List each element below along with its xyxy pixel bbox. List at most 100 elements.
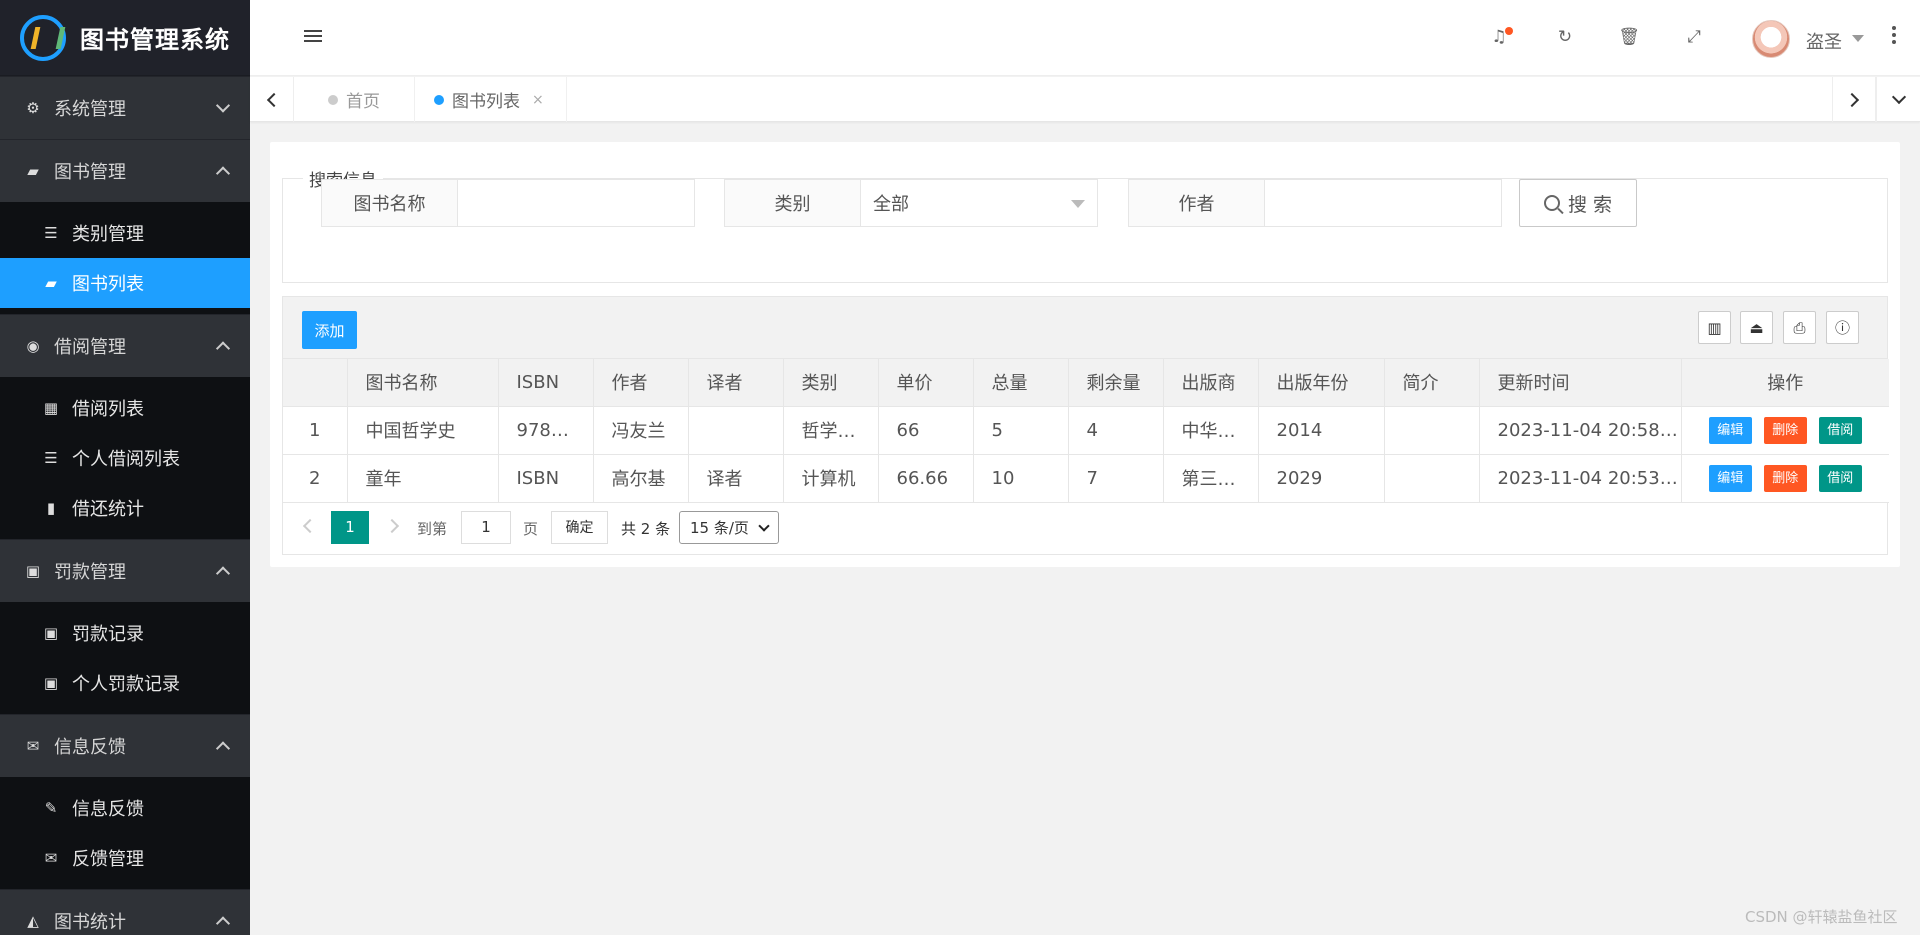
category-label: 类别 — [725, 180, 861, 226]
goto-confirm-button[interactable]: 确定 — [551, 510, 608, 544]
sidebar-item-feedback-management[interactable]: ✉ 反馈管理 — [0, 833, 250, 883]
close-icon[interactable]: × — [532, 92, 544, 108]
export-icon[interactable]: ⏏ — [1740, 311, 1773, 344]
fullscreen-icon[interactable]: ⤢ — [1683, 26, 1705, 48]
nav-title-system[interactable]: ⚙ 系统管理 — [0, 76, 250, 139]
page-size-select[interactable]: 15 条/页 — [679, 510, 779, 544]
chevron-down-icon — [1891, 89, 1906, 104]
author-label: 作者 — [1129, 180, 1265, 226]
app-title: 图书管理系统 — [80, 26, 230, 54]
refresh-icon[interactable]: ↻ — [1554, 26, 1576, 48]
sidebar-item-borrow-stats[interactable]: ▮ 借还统计 — [0, 483, 250, 533]
author-field: 作者 — [1128, 179, 1502, 227]
table-cell: 10 — [973, 454, 1069, 503]
chevron-down-icon — [758, 519, 770, 532]
main-card: 搜索信息 图书名称 类别 全部 作者 搜 索 添加 ▥ ⏏ ⎙ ⓘ — [270, 142, 1900, 567]
print-icon[interactable]: ⎙ — [1783, 311, 1816, 344]
tab-label: 首页 — [346, 92, 380, 112]
column-header[interactable]: 总量 — [973, 359, 1069, 407]
author-input[interactable] — [1265, 180, 1501, 226]
nav-title-label: 罚款管理 — [54, 562, 126, 583]
sidebar-item-personal-fine-records[interactable]: ▣ 个人罚款记录 — [0, 658, 250, 708]
goto-label: 到第 — [417, 519, 448, 538]
menu-toggle-icon[interactable] — [304, 30, 322, 44]
nav-title-borrow[interactable]: ◉ 借阅管理 — [0, 314, 250, 377]
sidebar-item-fine-records[interactable]: ▣ 罚款记录 — [0, 608, 250, 658]
search-icon — [1543, 195, 1560, 211]
trash-icon[interactable]: 🗑 — [1618, 26, 1640, 48]
column-header[interactable]: 图书名称 — [347, 359, 499, 407]
logo-icon — [20, 14, 66, 61]
table-cell: 高尔基 — [593, 454, 689, 503]
column-header[interactable]: 译者 — [688, 359, 784, 407]
info-icon[interactable]: ⓘ — [1826, 311, 1859, 344]
delete-button[interactable]: 删除 — [1763, 416, 1807, 444]
edit-button[interactable]: 编辑 — [1708, 464, 1752, 492]
table-cell: 66.66 — [878, 454, 974, 503]
user-name[interactable]: 盗圣 — [1806, 28, 1842, 54]
table-cell: ISBN — [498, 454, 594, 503]
column-header[interactable]: 简介 — [1384, 359, 1480, 407]
table-cell: 计算机 — [783, 454, 879, 503]
table-row[interactable]: 1 中国哲学史 978… 冯友兰 哲学… 66 5 4 中华… 2014 202… — [283, 406, 1889, 455]
sidebar-item-label: 个人借阅列表 — [72, 449, 180, 470]
nav-title-feedback[interactable]: ✉ 信息反馈 — [0, 714, 250, 777]
borrow-button[interactable]: 借阅 — [1818, 464, 1862, 492]
nav-group-book-stats: ◭ 图书统计 — [0, 889, 250, 935]
column-header[interactable]: 单价 — [878, 359, 974, 407]
nav-title-label: 系统管理 — [54, 99, 126, 120]
sidebar-item-feedback[interactable]: ✎ 信息反馈 — [0, 783, 250, 833]
more-vertical-icon[interactable] — [1892, 26, 1896, 47]
nav-sub-books: ☰ 类别管理 ▰ 图书列表 — [0, 202, 250, 314]
tabs-prev-button[interactable] — [250, 77, 294, 122]
book-name-label: 图书名称 — [322, 180, 458, 226]
borrow-button[interactable]: 借阅 — [1818, 416, 1862, 444]
avatar[interactable] — [1752, 20, 1790, 58]
prev-page-icon[interactable] — [302, 518, 318, 533]
tabs-menu-button[interactable] — [1876, 77, 1920, 122]
column-header[interactable]: ISBN — [498, 359, 594, 407]
column-header[interactable]: 更新时间 — [1479, 359, 1682, 407]
column-header[interactable]: 出版年份 — [1258, 359, 1385, 407]
bar-chart-icon: ▮ — [46, 499, 56, 517]
tab-book-list[interactable]: 图书列表 × — [412, 77, 567, 122]
delete-button[interactable]: 删除 — [1763, 464, 1807, 492]
sidebar-item-category-management[interactable]: ☰ 类别管理 — [0, 208, 250, 258]
logo[interactable]: 图书管理系统 — [0, 0, 250, 76]
table-row[interactable]: 2 童年 ISBN 高尔基 译者 计算机 66.66 10 7 第三… 2029… — [283, 454, 1889, 503]
table-cell: 1 — [283, 406, 348, 455]
book-icon: ▰ — [45, 274, 57, 292]
edit-button[interactable]: 编辑 — [1708, 416, 1752, 444]
columns-filter-icon[interactable]: ▥ — [1698, 311, 1731, 344]
nav-title-fines[interactable]: ▣ 罚款管理 — [0, 539, 250, 602]
column-header[interactable]: 出版商 — [1163, 359, 1259, 407]
book-name-input[interactable] — [458, 180, 694, 226]
nav-title-book-stats[interactable]: ◭ 图书统计 — [0, 889, 250, 935]
goto-page-input[interactable]: 1 — [461, 510, 511, 544]
table-cell — [688, 406, 784, 455]
chevron-up-icon — [215, 166, 231, 181]
nav-sub-borrow: ▦ 借阅列表 ☰ 个人借阅列表 ▮ 借还统计 — [0, 377, 250, 539]
sidebar-item-label: 借还统计 — [72, 499, 144, 520]
nav-title-books[interactable]: ▰ 图书管理 — [0, 139, 250, 202]
column-header[interactable]: 类别 — [783, 359, 879, 407]
mail-open-icon: ✉ — [44, 849, 58, 867]
sidebar-item-personal-borrow-list[interactable]: ☰ 个人借阅列表 — [0, 433, 250, 483]
chevron-left-icon — [266, 92, 281, 107]
category-select[interactable]: 全部 — [861, 180, 1097, 226]
table-cell: 译者 — [688, 454, 784, 503]
add-button[interactable]: 添加 — [302, 311, 357, 349]
sidebar-item-book-list[interactable]: ▰ 图书列表 — [0, 258, 250, 308]
caret-down-icon[interactable] — [1852, 35, 1864, 42]
bell-icon[interactable]: ♫ — [1488, 26, 1513, 48]
tab-home[interactable]: 首页 — [294, 77, 415, 122]
search-button[interactable]: 搜 索 — [1519, 179, 1637, 227]
column-header[interactable]: 作者 — [593, 359, 689, 407]
next-page-icon[interactable] — [384, 518, 400, 533]
page-label: 页 — [523, 519, 539, 538]
tabs-next-button[interactable] — [1832, 77, 1876, 122]
column-header[interactable]: 剩余量 — [1068, 359, 1164, 407]
caret-down-icon — [1071, 200, 1085, 208]
current-page[interactable]: 1 — [331, 510, 369, 544]
sidebar-item-borrow-list[interactable]: ▦ 借阅列表 — [0, 383, 250, 433]
